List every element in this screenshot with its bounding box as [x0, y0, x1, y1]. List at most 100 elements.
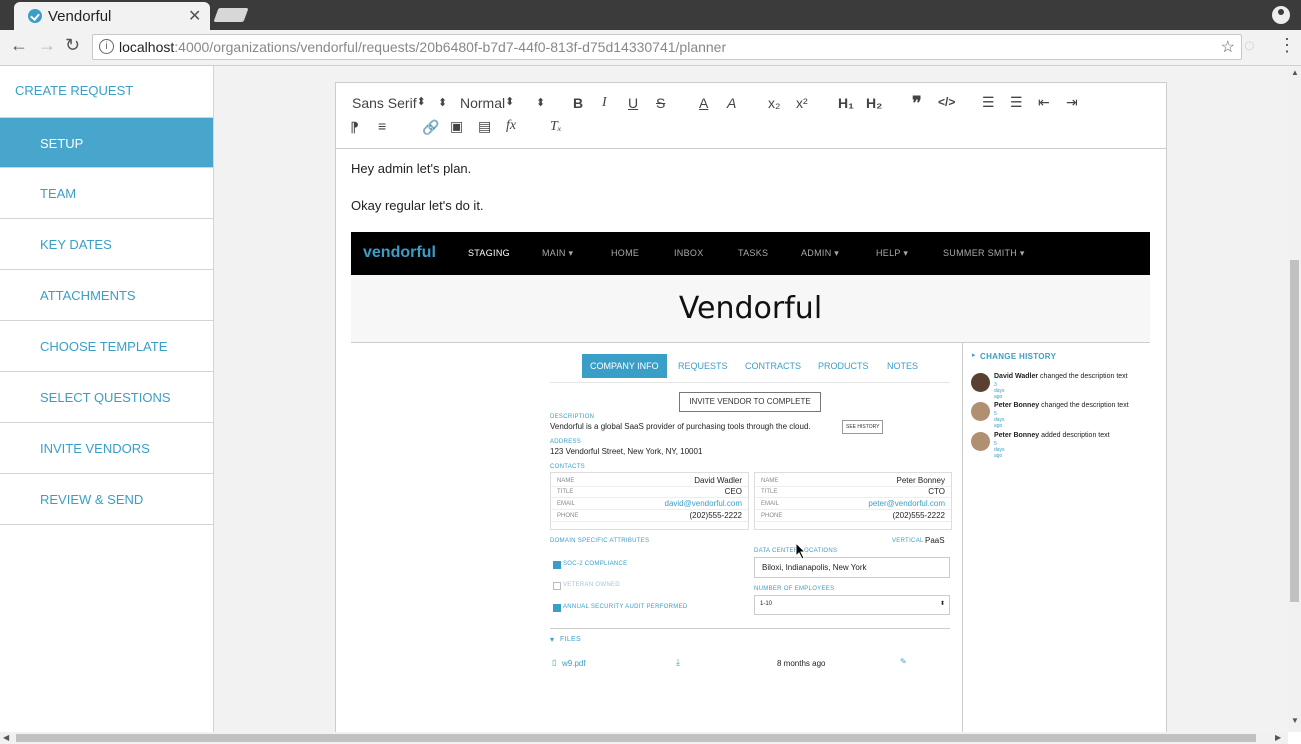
embedded-tab: PRODUCTS — [818, 361, 869, 371]
superscript-icon[interactable]: x² — [796, 95, 808, 111]
embedded-nav-item: MAIN ▾ — [542, 248, 574, 258]
history-when: 5 days ago — [994, 441, 1005, 459]
profile-icon[interactable] — [1272, 6, 1290, 24]
vertical-scroll-thumb[interactable] — [1290, 260, 1299, 602]
back-icon[interactable]: ← — [10, 35, 28, 56]
reload-icon[interactable]: ↻ — [65, 35, 80, 56]
bookmark-star-icon[interactable]: ☆ — [1221, 37, 1235, 57]
italic-icon[interactable]: I — [602, 95, 607, 111]
sidebar-item-review-send[interactable]: REVIEW & SEND — [0, 474, 213, 525]
history-text: Peter Bonney changed the description tex… — [994, 402, 1129, 409]
subscript-icon[interactable]: x₂ — [768, 95, 780, 111]
embedded-nav-item: ADMIN ▾ — [801, 248, 840, 258]
ordered-list-icon[interactable]: ☰ — [982, 94, 995, 111]
embedded-nav-item: TASKS — [738, 248, 769, 258]
horizontal-scroll-thumb[interactable] — [16, 734, 1256, 742]
contact-title: CEO — [724, 487, 742, 496]
image-icon[interactable]: ▣ — [450, 118, 463, 135]
sidebar-item-key-dates[interactable]: KEY DATES — [0, 219, 213, 270]
scroll-up-icon[interactable]: ▲ — [1291, 68, 1299, 77]
sidebar-item-attachments[interactable]: ATTACHMENTS — [0, 270, 213, 321]
video-icon[interactable]: ▤ — [478, 118, 491, 135]
browser-toolbar: ← → ↻ i localhost:4000/organizations/ven… — [0, 30, 1301, 66]
embedded-history-title: CHANGE HISTORY — [980, 352, 1057, 361]
outdent-icon[interactable]: ⇤ — [1038, 94, 1050, 111]
scroll-right-icon[interactable]: ▶ — [1275, 733, 1281, 742]
clear-format-icon[interactable]: Tₓ — [550, 119, 562, 135]
sidebar-item-choose-template[interactable]: CHOOSE TEMPLATE — [0, 321, 213, 372]
align-icon[interactable]: ≡ — [378, 118, 386, 134]
embedded-screenshot-image: vendorful STAGING MAIN ▾ HOME INBOX TASK… — [351, 232, 1150, 732]
link-icon[interactable]: 🔗 — [422, 119, 439, 136]
history-who: David Wadler — [994, 373, 1039, 380]
size-select-arrow-icon[interactable]: ⬍ — [536, 96, 545, 109]
sidebar-item-label: REVIEW & SEND — [40, 492, 144, 507]
embedded-label: VERTICAL — [892, 538, 924, 544]
background-color-icon[interactable]: A — [727, 95, 736, 111]
scroll-left-icon[interactable]: ◀ — [3, 733, 9, 742]
sidebar-item-setup[interactable]: SETUP — [0, 117, 213, 168]
text-color-icon[interactable]: A — [699, 95, 708, 111]
bold-icon[interactable]: B — [573, 95, 583, 111]
editor-paragraph: Hey admin let's plan. — [351, 161, 472, 176]
formula-icon[interactable]: fx — [506, 118, 516, 134]
contact-key: NAME — [761, 478, 779, 484]
embedded-tab: CONTRACTS — [745, 361, 801, 371]
header-2-icon[interactable]: H₂ — [866, 95, 882, 111]
underline-icon[interactable]: U — [628, 95, 638, 111]
browser-tab[interactable]: Vendorful ✕ — [14, 2, 210, 30]
scroll-down-icon[interactable]: ▼ — [1291, 716, 1299, 725]
history-who: Peter Bonney — [994, 402, 1040, 409]
embedded-nav-item: INBOX — [674, 248, 704, 258]
size-select[interactable]: Normal — [460, 95, 514, 111]
embedded-navbar: vendorful STAGING MAIN ▾ HOME INBOX TASK… — [351, 232, 1150, 275]
checkbox-checked-icon — [553, 604, 561, 612]
embedded-nav-item: HELP ▾ — [876, 248, 909, 258]
embedded-logo: vendorful — [363, 244, 436, 261]
editor-content[interactable]: Hey admin let's plan. Okay regular let's… — [351, 161, 484, 235]
font-select-arrow-icon[interactable]: ⬍ — [438, 96, 447, 109]
embedded-description: Vendorful is a global SaaS provider of p… — [550, 422, 811, 431]
embedded-invite-button: INVITE VENDOR TO COMPLETE — [679, 392, 821, 412]
header-1-icon[interactable]: H₁ — [838, 95, 854, 111]
menu-icon[interactable]: ⋮ — [1278, 35, 1296, 56]
embedded-tab: REQUESTS — [678, 361, 728, 371]
avatar — [971, 432, 990, 451]
history-text: David Wadler changed the description tex… — [994, 373, 1128, 380]
sidebar-item-invite-vendors[interactable]: INVITE VENDORS — [0, 423, 213, 474]
extension-icon[interactable]: ◌ — [1244, 35, 1255, 56]
font-select[interactable]: Sans Serif — [352, 95, 425, 111]
file-icon: ▯ — [552, 658, 557, 667]
contact-phone: (202)555-2222 — [892, 511, 945, 520]
sidebar-item-label: INVITE VENDORS — [40, 441, 150, 456]
embedded-title: Vendorful — [678, 291, 823, 326]
divider — [550, 382, 950, 383]
forward-icon[interactable]: → — [38, 35, 56, 56]
create-request-heading[interactable]: CREATE REQUEST — [15, 83, 133, 98]
blockquote-icon[interactable]: ❞ — [912, 93, 922, 114]
sidebar-item-select-questions[interactable]: SELECT QUESTIONS — [0, 372, 213, 423]
embedded-address: 123 Vendorful Street, New York, NY, 1000… — [550, 447, 703, 456]
embedded-nav-item: SUMMER SMITH ▾ — [943, 248, 1025, 258]
strike-icon[interactable]: S — [656, 95, 665, 111]
bullet-list-icon[interactable]: ☰ — [1010, 94, 1023, 111]
info-icon[interactable]: i — [99, 39, 114, 54]
divider — [550, 628, 950, 629]
sidebar-item-label: SETUP — [40, 136, 84, 151]
horizontal-scrollbar[interactable]: ◀ ▶ — [0, 732, 1288, 744]
avatar — [971, 402, 990, 421]
sidebar-item-team[interactable]: TEAM — [0, 168, 213, 219]
text-direction-icon[interactable]: ⁋ — [350, 119, 359, 136]
select-arrow-icon: ⬍ — [939, 601, 945, 607]
new-tab-button[interactable] — [213, 8, 249, 22]
contact-title: CTO — [928, 487, 945, 496]
vertical-scrollbar[interactable]: ▲ ▼ — [1288, 66, 1301, 732]
code-block-icon[interactable]: </> — [938, 95, 955, 109]
embedded-tab: NOTES — [887, 361, 919, 371]
close-tab-icon[interactable]: ✕ — [188, 6, 201, 26]
indent-icon[interactable]: ⇥ — [1066, 94, 1078, 111]
url-text: localhost:4000/organizations/vendorful/r… — [119, 39, 726, 55]
address-bar[interactable]: i localhost:4000/organizations/vendorful… — [92, 34, 1242, 60]
embedded-check-label: ANNUAL SECURITY AUDIT PERFORMED — [563, 604, 688, 610]
edit-icon: ✎ — [900, 657, 907, 666]
